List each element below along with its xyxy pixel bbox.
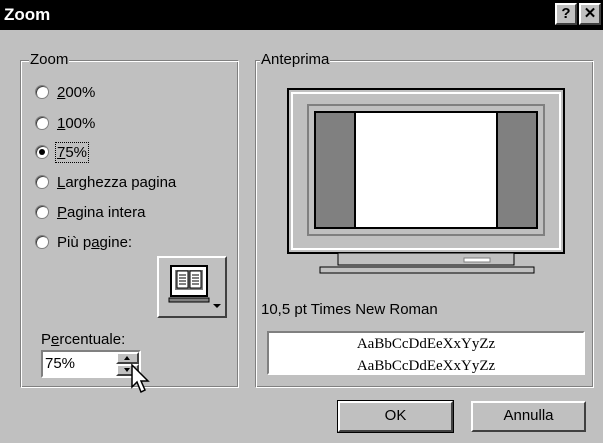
radio-many-pages[interactable]: Più pagine:: [35, 231, 132, 253]
radio-200[interactable]: 200%: [35, 81, 95, 103]
radio-circle-selected: [35, 145, 49, 159]
radio-label: Più pagine:: [57, 233, 133, 251]
radio-100[interactable]: 100%: [35, 112, 95, 134]
ok-button[interactable]: OK: [337, 400, 454, 433]
radio-dot: [39, 149, 45, 155]
preview-group: Anteprima 10,5 pt Times New Roman AaBbCc…: [255, 51, 594, 388]
percent-label: Percentuale:: [41, 331, 126, 348]
monitor-preview-icon: [287, 88, 565, 274]
monitor-pages-icon: [168, 265, 221, 308]
radio-circle: [35, 116, 49, 130]
percent-input[interactable]: 75%: [45, 355, 75, 372]
font-sample-line-1: AaBbCcDdEeXxYyZz: [356, 336, 496, 352]
radio-circle: [35, 235, 49, 249]
radio-whole-page[interactable]: Pagina intera: [35, 201, 145, 223]
radio-label: Pagina intera: [57, 203, 146, 221]
radio-label: 200%: [57, 83, 96, 101]
many-pages-button[interactable]: [157, 256, 227, 318]
percent-stepper[interactable]: 75%: [41, 350, 141, 378]
radio-label: Larghezza pagina: [57, 173, 177, 191]
radio-label: 100%: [57, 114, 96, 132]
radio-circle: [35, 175, 49, 189]
mouse-cursor-icon: [131, 363, 150, 394]
close-icon[interactable]: ✕: [579, 3, 601, 25]
radio-circle: [35, 205, 49, 219]
radio-75[interactable]: 75%: [35, 141, 90, 163]
window-title: Zoom: [4, 5, 51, 24]
title-bar: Zoom ? ✕: [0, 0, 603, 30]
radio-circle: [35, 85, 49, 99]
font-preview-legend: 10,5 pt Times New Roman: [260, 301, 439, 318]
help-icon[interactable]: ?: [555, 3, 577, 25]
preview-group-legend: Anteprima: [260, 51, 331, 68]
font-sample-box: AaBbCcDdEeXxYyZz AaBbCcDdEeXxYyZz: [267, 331, 585, 375]
zoom-group-legend: Zoom: [29, 51, 70, 68]
radio-page-width[interactable]: Larghezza pagina: [35, 171, 176, 193]
cancel-button[interactable]: Annulla: [471, 401, 586, 432]
radio-label: 75%: [54, 141, 90, 163]
chevron-down-icon: [213, 304, 221, 308]
zoom-group: Zoom 200% 100% 75% Larghezza pagina Pagi…: [20, 51, 239, 388]
font-sample-line-2: AaBbCcDdEeXxYyZz: [356, 358, 496, 374]
